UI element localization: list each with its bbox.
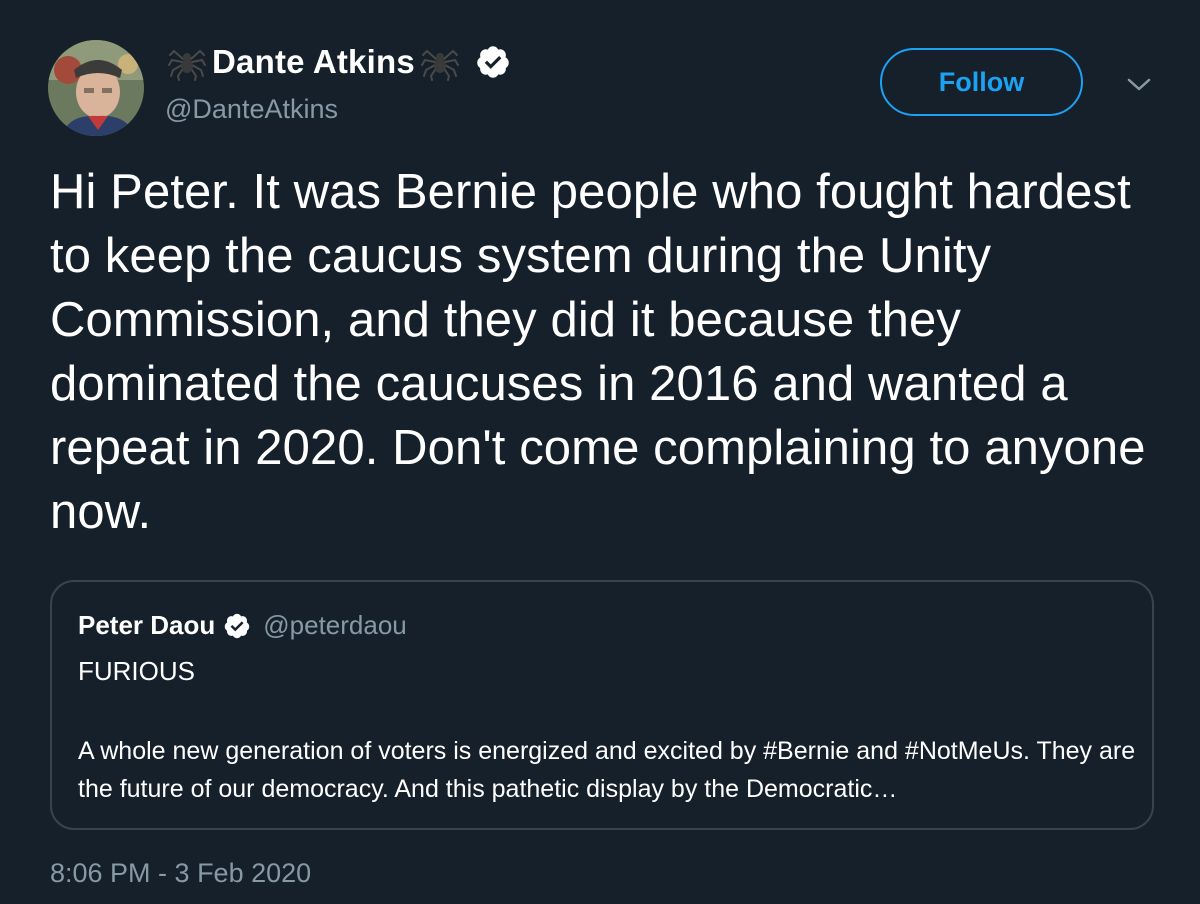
spider-icon xyxy=(420,43,459,81)
quoted-author-name: Peter Daou xyxy=(78,610,216,640)
author-display-name[interactable]: Dante Atkins xyxy=(212,43,415,81)
quoted-tweet-title: FURIOUS xyxy=(78,656,195,686)
quoted-tweet-body: A whole new generation of voters is ener… xyxy=(78,737,1136,803)
author-handle[interactable]: @DanteAtkins xyxy=(165,94,338,125)
chevron-down-icon[interactable] xyxy=(1125,74,1153,94)
tweet-text: Hi Peter. It was Bernie people who fough… xyxy=(50,165,1146,539)
quoted-author-handle: @peterdaou xyxy=(263,610,407,640)
author-name-row[interactable]: Dante Atkins xyxy=(168,40,511,84)
verified-badge-icon xyxy=(223,612,251,640)
tweet-card: Dante Atkins @DanteAtkins Follow Hi Pete… xyxy=(0,0,1200,904)
spider-icon xyxy=(168,43,206,81)
tweet-timestamp[interactable]: 8:06 PM - 3 Feb 2020 xyxy=(50,858,311,889)
quoted-tweet-header: Peter Daou @peterdaou xyxy=(78,610,407,641)
verified-badge-icon xyxy=(475,44,511,80)
avatar[interactable] xyxy=(48,40,144,136)
quoted-tweet-card[interactable]: Peter Daou @peterdaou FURIOUS A whole ne… xyxy=(50,580,1154,830)
follow-button[interactable]: Follow xyxy=(880,48,1083,116)
